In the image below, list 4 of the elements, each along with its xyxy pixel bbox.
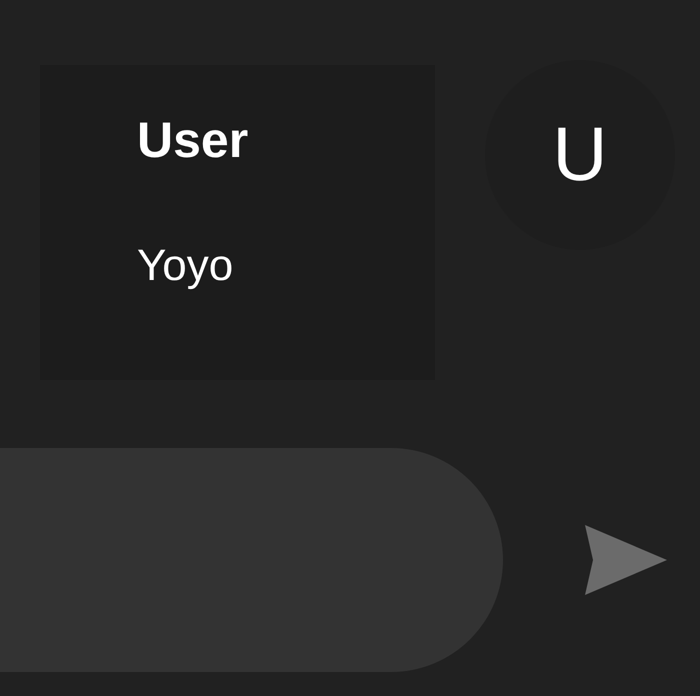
message-text: Yoyo [137,240,234,292]
user-avatar: U [485,60,675,250]
send-icon[interactable] [585,525,667,595]
sender-name: User [137,111,250,170]
